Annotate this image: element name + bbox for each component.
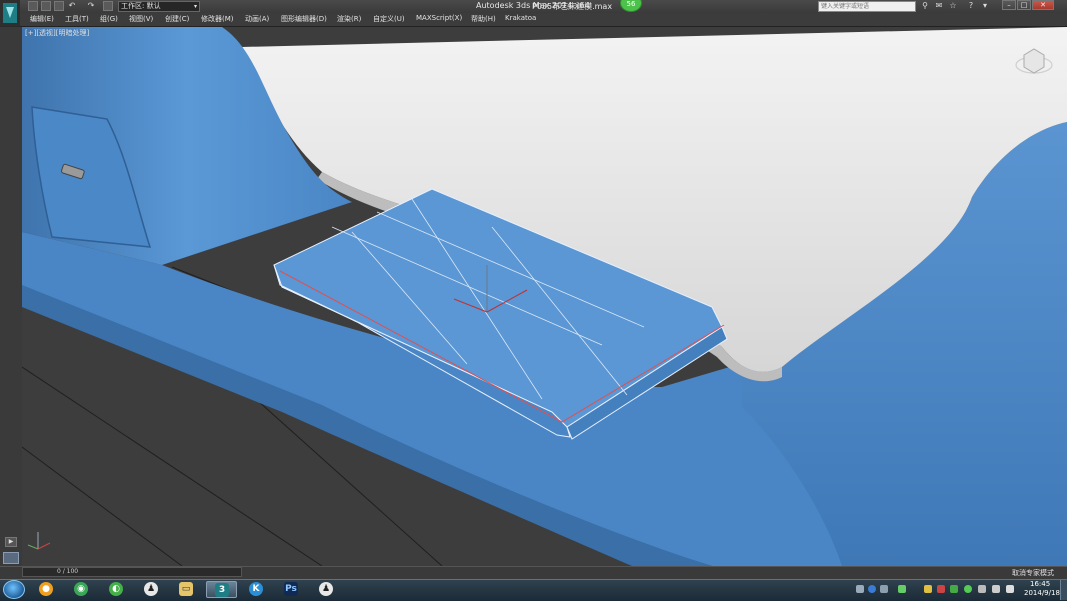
time-slider-label: 0 / 100: [57, 568, 79, 575]
taskbar-app-qq[interactable]: ♟: [136, 581, 167, 598]
redo-icon[interactable]: ↷: [86, 1, 96, 11]
tray-help-icon[interactable]: [868, 585, 876, 593]
menu-rendering[interactable]: 渲染(R): [337, 14, 361, 24]
help-icon[interactable]: ?: [966, 1, 976, 11]
perspective-viewport[interactable]: [22, 27, 1067, 566]
expand-panel-icon[interactable]: ▶: [5, 537, 17, 547]
close-button[interactable]: ✕: [1032, 0, 1054, 10]
menu-tools[interactable]: 工具(T): [65, 14, 89, 24]
taskbar-app-explorer[interactable]: ▭: [171, 581, 202, 598]
viewport-label[interactable]: [+][透视][明暗处理]: [25, 28, 89, 38]
menu-krakatoa[interactable]: Krakatoa: [505, 14, 536, 22]
taskbar-app-qq-2[interactable]: ♟: [311, 581, 342, 598]
menu-help[interactable]: 帮助(H): [471, 14, 496, 24]
expert-mode-toggle[interactable]: 取消专家模式: [1012, 568, 1054, 578]
menu-group[interactable]: 组(G): [100, 14, 118, 24]
search-input[interactable]: [818, 1, 916, 12]
viewport-scene: [22, 27, 1067, 566]
show-desktop-button[interactable]: [1060, 580, 1067, 600]
new-file-icon[interactable]: [28, 1, 38, 11]
workspace-dropdown[interactable]: 工作区: 默认 ▾: [118, 1, 200, 12]
save-file-icon[interactable]: [54, 1, 64, 11]
start-button[interactable]: [3, 580, 25, 599]
taskbar-app-krakatoa[interactable]: K: [241, 581, 272, 598]
taskbar-app-photoshop[interactable]: Ps: [276, 581, 307, 598]
help-dropdown-icon[interactable]: ▾: [980, 1, 990, 11]
taskbar-app-chrome[interactable]: ◉: [66, 581, 97, 598]
chevron-down-icon: ▾: [193, 3, 197, 10]
menu-views[interactable]: 视图(V): [129, 14, 153, 24]
menu-graph-editors[interactable]: 图形编辑器(D): [281, 14, 327, 24]
max-logo-icon: [3, 3, 17, 23]
taskbar-app-media-player[interactable]: ●: [31, 581, 62, 598]
menu-bar: 编辑(E) 工具(T) 组(G) 视图(V) 创建(C) 修改器(M) 动画(A…: [20, 13, 1067, 27]
menu-edit[interactable]: 编辑(E): [30, 14, 54, 24]
communication-center-icon[interactable]: ✉: [934, 1, 944, 11]
tray-network-icon[interactable]: [880, 585, 888, 593]
left-toolbar: [0, 27, 22, 566]
tray-antivirus-icon[interactable]: [937, 585, 945, 593]
open-file-icon[interactable]: [41, 1, 51, 11]
menu-create[interactable]: 创建(C): [165, 14, 189, 24]
favorites-star-icon[interactable]: ☆: [948, 1, 958, 11]
time-slider[interactable]: [22, 567, 242, 577]
file-title: P035布艺床建模.max: [532, 2, 613, 11]
taskbar-app-360[interactable]: ◐: [101, 581, 132, 598]
clock-date[interactable]: 2014/9/18: [1024, 589, 1060, 597]
minimize-button[interactable]: –: [1002, 0, 1016, 10]
menu-animation[interactable]: 动画(A): [245, 14, 269, 24]
maxscript-listener-button[interactable]: [3, 552, 19, 564]
tray-shield-icon[interactable]: [950, 585, 958, 593]
workspace-label: 工作区: 默认: [121, 2, 161, 10]
tray-battery-icon[interactable]: [898, 585, 906, 593]
project-folder-icon[interactable]: [103, 1, 113, 11]
tray-app-icon[interactable]: [924, 585, 932, 593]
menu-maxscript[interactable]: MAXScript(X): [416, 14, 462, 22]
app-menu-button[interactable]: [0, 0, 20, 26]
clock-time[interactable]: 16:45: [1030, 580, 1050, 588]
tray-volume-icon[interactable]: [1006, 585, 1014, 593]
tray-wechat-icon[interactable]: [964, 585, 972, 593]
tray-expand-icon[interactable]: [856, 585, 864, 593]
binoculars-icon[interactable]: ⚲: [920, 1, 930, 11]
taskbar-app-3dsmax[interactable]: 3: [206, 581, 237, 598]
tray-flag-icon[interactable]: [992, 585, 1000, 593]
tray-ime-icon[interactable]: [978, 585, 986, 593]
menu-customize[interactable]: 自定义(U): [373, 14, 405, 24]
menu-modifiers[interactable]: 修改器(M): [201, 14, 234, 24]
undo-icon[interactable]: ↶: [67, 1, 77, 11]
maximize-button[interactable]: □: [1017, 0, 1031, 10]
